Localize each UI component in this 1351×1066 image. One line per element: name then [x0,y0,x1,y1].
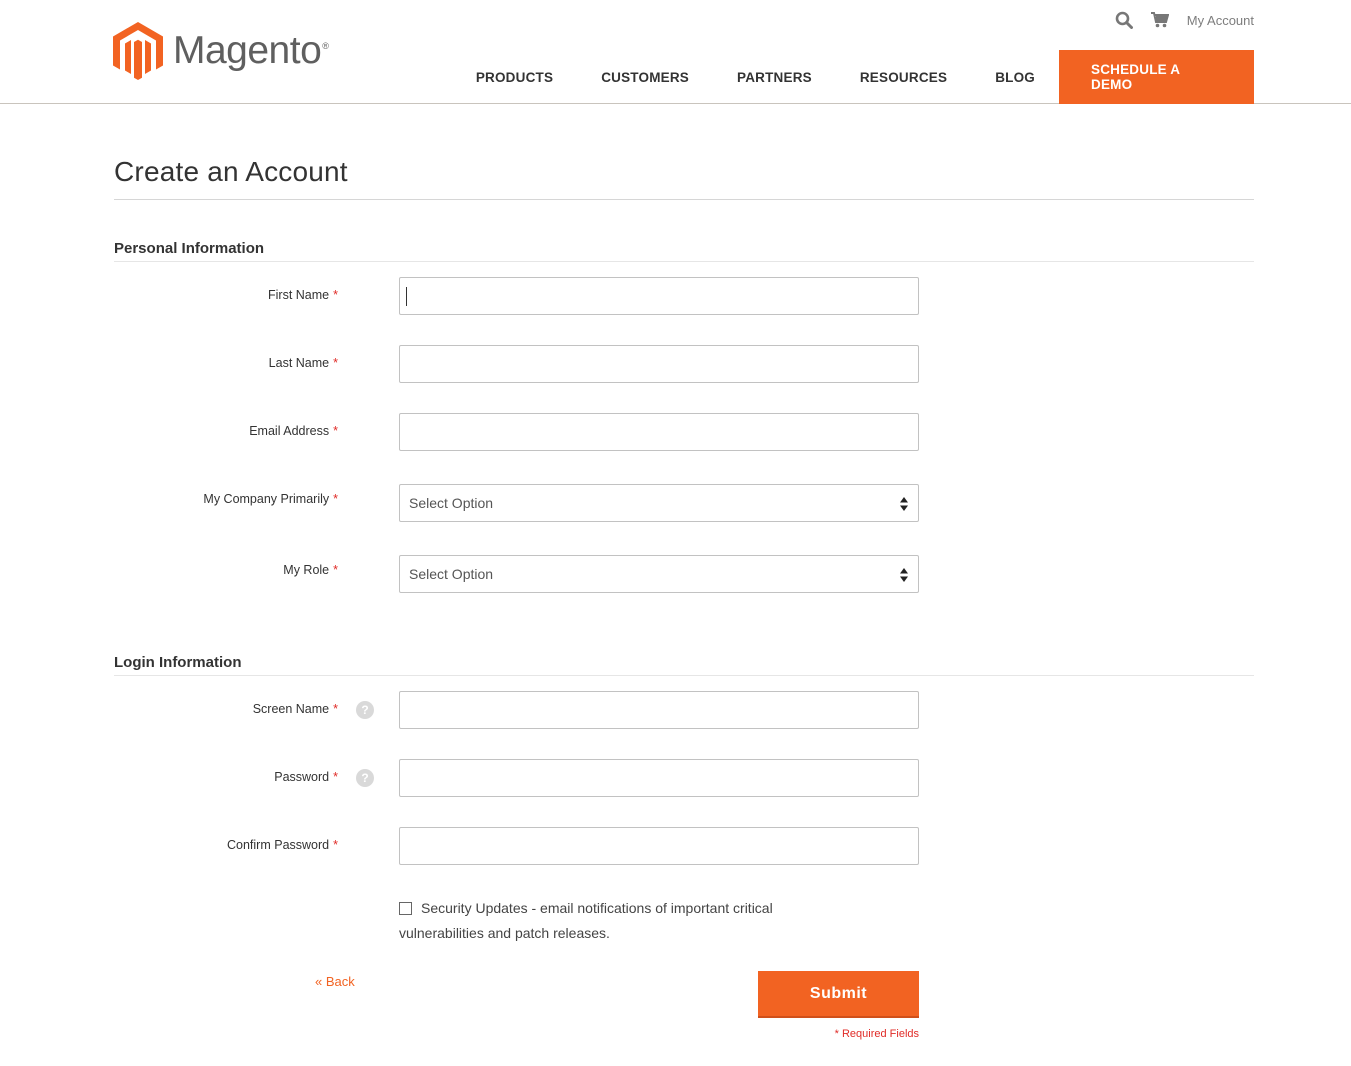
screen-name-input[interactable] [399,691,919,729]
submit-button[interactable]: Submit [758,971,919,1018]
last-name-input[interactable] [399,345,919,383]
company-select[interactable]: Select Option [399,484,919,522]
nav-resources[interactable]: RESOURCES [836,50,971,104]
password-input[interactable] [399,759,919,797]
role-select[interactable]: Select Option [399,555,919,593]
schedule-demo-button[interactable]: SCHEDULE A DEMO [1059,50,1254,104]
my-account-link[interactable]: My Account [1187,13,1254,28]
nav-customers[interactable]: CUSTOMERS [577,50,713,104]
screen-name-help-icon[interactable]: ? [356,701,374,719]
password-help-icon[interactable]: ? [356,769,374,787]
required-asterisk: * [333,770,338,784]
login-info-heading: Login Information [114,654,242,671]
required-asterisk: * [333,563,338,577]
required-asterisk: * [333,492,338,506]
screen-name-label: Screen Name * [252,702,338,716]
nav-products[interactable]: PRODUCTS [452,50,577,104]
first-name-label: First Name * [268,288,338,302]
title-divider [114,199,1254,200]
site-header: Magento® My Account PRODUCTS CUSTOMERS P… [0,0,1351,104]
login-info-divider [114,675,1254,676]
required-asterisk: * [333,702,338,716]
first-name-input[interactable] [399,277,919,315]
email-input[interactable] [399,413,919,451]
email-label: Email Address * [249,424,338,438]
security-updates-checkbox[interactable] [399,902,412,915]
search-icon[interactable] [1113,9,1135,31]
logo-text: Magento® [173,29,329,72]
select-arrows-icon [900,497,908,511]
nav-partners[interactable]: PARTNERS [713,50,836,104]
select-arrows-icon [900,568,908,582]
cart-icon[interactable] [1149,9,1171,31]
required-asterisk: * [333,288,338,302]
utility-bar: My Account [1099,8,1254,32]
confirm-password-label: Confirm Password * [227,838,338,852]
company-select-value: Select Option [409,495,494,511]
password-label: Password * [274,770,338,784]
role-label: My Role * [283,563,338,577]
nav-blog[interactable]: BLOG [971,50,1059,104]
personal-info-heading: Personal Information [114,240,265,257]
back-link[interactable]: « Back [315,974,355,989]
confirm-password-input[interactable] [399,827,919,865]
page-title: Create an Account [114,156,348,187]
main-nav: PRODUCTS CUSTOMERS PARTNERS RESOURCES BL… [452,50,1254,104]
magento-logo[interactable]: Magento® [113,22,329,80]
security-updates-label: Security Updates - email notifications o… [399,900,773,941]
required-asterisk: * [333,424,338,438]
required-fields-note: * Required Fields [834,1028,919,1040]
required-asterisk: * [333,838,338,852]
role-select-value: Select Option [409,566,494,582]
last-name-label: Last Name * [268,356,338,370]
personal-info-divider [114,261,1254,262]
company-label: My Company Primarily * [203,492,338,506]
security-updates-option: Security Updates - email notifications o… [399,896,819,946]
required-asterisk: * [333,356,338,370]
magento-logo-icon [113,22,163,80]
